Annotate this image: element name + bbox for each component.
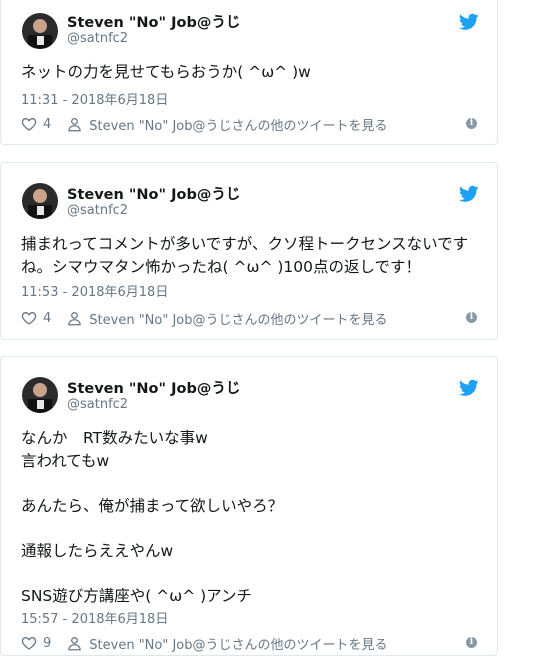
twitter-bird-icon[interactable] [459,185,479,203]
more-tweets-link[interactable]: Steven "No" Job@うじさんの他のツイートを見る [89,634,387,653]
info-icon[interactable]: i [466,118,477,129]
info-icon[interactable]: i [466,312,477,323]
like-count: 4 [43,116,52,132]
like-count: 4 [43,310,52,326]
tweet-text: 捕まれってコメントが多いですが、クソ程トークセンスないですね。シマウマタン怖かっ… [21,235,469,276]
twitter-bird-icon[interactable] [459,379,479,397]
more-tweets-link[interactable]: Steven "No" Job@うじさんの他のツイートを見る [89,115,387,134]
avatar[interactable] [22,183,58,219]
heart-icon[interactable] [21,635,37,651]
more-tweets-link[interactable]: Steven "No" Job@うじさんの他のツイートを見る [89,309,387,328]
tweet-timestamp[interactable]: 11:31 - 2018年6月18日 [21,89,168,108]
avatar-image [28,189,52,219]
tweet-actions: 4 Steven "No" Job@うじさんの他のツイートを見る [21,115,388,134]
person-icon [68,117,82,131]
heart-icon[interactable] [21,116,37,132]
like-count: 9 [43,635,52,651]
tweet-text: ネットの力を見せてもらおうか( ^ω^ )w [21,63,311,81]
tweet-card: Steven "No" Job@うじ @satnfc2 ネットの力を見せてもらお… [0,0,498,145]
person-icon [68,311,82,325]
tweet-actions: 9 Steven "No" Job@うじさんの他のツイートを見る [21,634,388,653]
avatar[interactable] [22,13,58,49]
author-name[interactable]: Steven "No" Job@うじ [67,11,240,32]
tweet-timestamp[interactable]: 11:53 - 2018年6月18日 [21,281,168,300]
tweet-text: なんか RT数みたいな事w 言われてもw あんたら、俺が捕まって欲しいやろ？ 通… [21,429,284,605]
twitter-bird-icon[interactable] [459,13,479,31]
tweet-card: Steven "No" Job@うじ @satnfc2 捕まれってコメントが多い… [0,162,498,340]
avatar-image [28,383,52,413]
tweet-timestamp[interactable]: 15:57 - 2018年6月18日 [21,608,168,627]
heart-icon[interactable] [21,310,37,326]
avatar-image [28,19,52,49]
tweet-card: Steven "No" Job@うじ @satnfc2 なんか RT数みたいな事… [0,356,498,656]
author-handle[interactable]: @satnfc2 [67,397,128,412]
person-icon [68,636,82,650]
avatar[interactable] [22,377,58,413]
tweet-actions: 4 Steven "No" Job@うじさんの他のツイートを見る [21,309,388,328]
author-handle[interactable]: @satnfc2 [67,31,128,46]
author-name[interactable]: Steven "No" Job@うじ [67,183,240,204]
author-name[interactable]: Steven "No" Job@うじ [67,377,240,398]
author-handle[interactable]: @satnfc2 [67,203,128,218]
